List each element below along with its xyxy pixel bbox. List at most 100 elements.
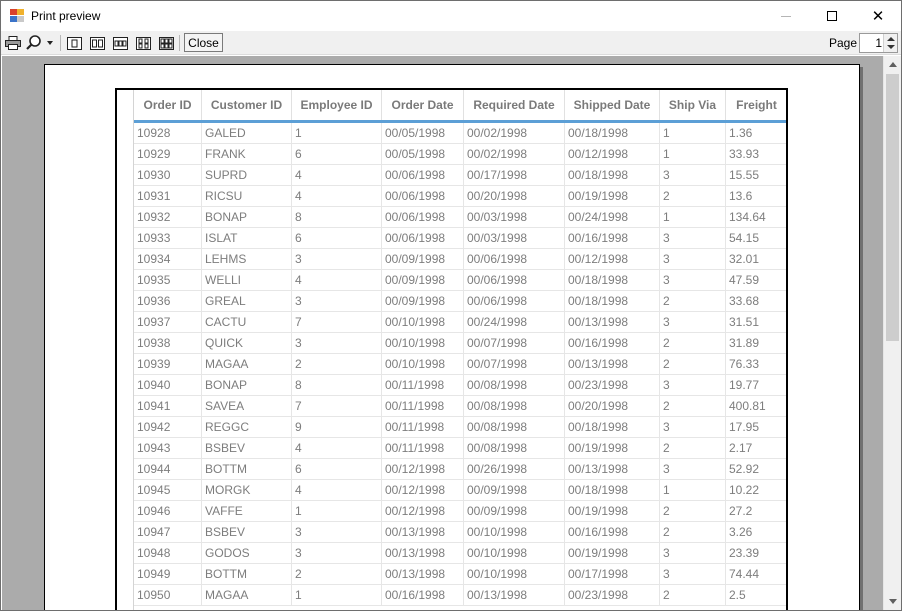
table-cell: 134.64 xyxy=(726,207,786,227)
table-cell: 00/23/1998 xyxy=(565,375,660,395)
table-cell: 10930 xyxy=(134,165,202,185)
table-cell: 47.59 xyxy=(726,270,786,290)
table-cell: 00/12/1998 xyxy=(565,249,660,269)
table-cell: 6 xyxy=(292,459,382,479)
table-cell: 2 xyxy=(292,564,382,584)
table-cell: FRANK xyxy=(202,144,292,164)
table-cell: 00/03/1998 xyxy=(464,207,565,227)
table-cell: 1 xyxy=(292,123,382,143)
table-row: 10947 BSBEV 3 00/13/1998 00/10/1998 00/16/199… xyxy=(134,522,786,543)
table-cell: 00/06/1998 xyxy=(464,270,565,290)
table-cell: 00/09/1998 xyxy=(382,249,464,269)
close-window-button[interactable]: ✕ xyxy=(855,1,901,31)
table-cell: 2 xyxy=(660,186,726,206)
table-cell: 4 xyxy=(292,186,382,206)
preview-toolbar: Close Page 1 xyxy=(1,31,901,55)
four-pages-button[interactable] xyxy=(134,33,152,53)
chevron-up-icon xyxy=(888,62,897,67)
table-cell: 00/10/1998 xyxy=(464,564,565,584)
table-cell: 1 xyxy=(660,144,726,164)
table-cell: 00/18/1998 xyxy=(565,417,660,437)
table-cell: 2.5 xyxy=(726,585,786,605)
close-button[interactable]: Close xyxy=(184,33,223,52)
table-cell: BSBEV xyxy=(202,438,292,458)
two-pages-button[interactable] xyxy=(88,33,106,53)
table-cell: BSBEV xyxy=(202,522,292,542)
table-cell: BONAP xyxy=(202,207,292,227)
table-cell: 1 xyxy=(660,123,726,143)
table-cell: 32.01 xyxy=(726,249,786,269)
table-cell: RICSU xyxy=(202,186,292,206)
one-page-icon xyxy=(66,36,82,50)
column-header: Order Date xyxy=(382,90,464,120)
table-cell: 52.92 xyxy=(726,459,786,479)
table-cell: 3 xyxy=(660,564,726,584)
table-cell: MAGAA xyxy=(202,354,292,374)
scroll-up-button[interactable] xyxy=(884,56,901,73)
table-cell: 3 xyxy=(660,543,726,563)
zoom-button[interactable] xyxy=(25,33,57,53)
page-spinner-arrows[interactable] xyxy=(883,34,897,52)
page-number-value[interactable]: 1 xyxy=(875,36,882,50)
spin-up-icon[interactable] xyxy=(887,37,895,41)
table-cell: 1 xyxy=(292,501,382,521)
grid-body: 10928 GALED 1 00/05/1998 00/02/1998 00/18/199… xyxy=(134,123,786,606)
spin-down-icon[interactable] xyxy=(887,45,895,49)
table-cell: 10946 xyxy=(134,501,202,521)
scrollbar-thumb[interactable] xyxy=(886,74,899,341)
table-cell: 8 xyxy=(292,375,382,395)
table-cell: 4 xyxy=(292,165,382,185)
table-cell: SAVEA xyxy=(202,396,292,416)
table-cell: 10942 xyxy=(134,417,202,437)
table-cell: CACTU xyxy=(202,312,292,332)
minimize-icon xyxy=(781,15,791,17)
grid-header-row: Order ID Customer ID Employee ID Order Date… xyxy=(134,90,786,123)
table-row: 10945 MORGK 4 00/12/1998 00/09/1998 00/18/199… xyxy=(134,480,786,501)
table-cell: 23.39 xyxy=(726,543,786,563)
three-pages-button[interactable] xyxy=(111,33,129,53)
table-row: 10929 FRANK 6 00/05/1998 00/02/1998 00/12/199… xyxy=(134,144,786,165)
table-cell: 10939 xyxy=(134,354,202,374)
table-cell: 10944 xyxy=(134,459,202,479)
table-row: 10934 LEHMS 3 00/09/1998 00/06/1998 00/12/199… xyxy=(134,249,786,270)
table-cell: 00/11/1998 xyxy=(382,375,464,395)
table-cell: 00/19/1998 xyxy=(565,501,660,521)
four-pages-icon xyxy=(135,36,151,50)
row-header-column xyxy=(117,90,134,610)
scroll-down-button[interactable] xyxy=(884,593,901,610)
print-button[interactable] xyxy=(4,33,22,53)
maximize-icon xyxy=(827,11,837,21)
table-cell: 00/24/1998 xyxy=(565,207,660,227)
window-title: Print preview xyxy=(31,9,101,23)
table-cell: 13.6 xyxy=(726,186,786,206)
table-row: 10936 GREAL 3 00/09/1998 00/06/1998 00/18/199… xyxy=(134,291,786,312)
two-pages-icon xyxy=(89,36,105,50)
table-cell: 2 xyxy=(660,438,726,458)
minimize-button[interactable] xyxy=(763,1,809,31)
table-cell: 00/02/1998 xyxy=(464,123,565,143)
table-cell: 2 xyxy=(660,522,726,542)
table-cell: 10945 xyxy=(134,480,202,500)
toolbar-separator xyxy=(179,35,180,51)
preview-area[interactable]: Order ID Customer ID Employee ID Order Date… xyxy=(2,56,883,610)
zoom-icon xyxy=(26,35,53,50)
table-cell: 3 xyxy=(660,249,726,269)
table-cell: 00/17/1998 xyxy=(565,564,660,584)
table-row: 10944 BOTTM 6 00/12/1998 00/26/1998 00/13/199… xyxy=(134,459,786,480)
table-cell: LEHMS xyxy=(202,249,292,269)
maximize-button[interactable] xyxy=(809,1,855,31)
table-cell: 400.81 xyxy=(726,396,786,416)
table-cell: 3 xyxy=(660,459,726,479)
one-page-button[interactable] xyxy=(65,33,83,53)
vertical-scrollbar[interactable] xyxy=(883,56,901,610)
table-cell: 00/08/1998 xyxy=(464,375,565,395)
table-cell: 10936 xyxy=(134,291,202,311)
table-cell: 10.22 xyxy=(726,480,786,500)
table-cell: 00/16/1998 xyxy=(565,228,660,248)
table-cell: 4 xyxy=(292,480,382,500)
table-row: 10938 QUICK 3 00/10/1998 00/07/1998 00/16/199… xyxy=(134,333,786,354)
table-cell: 10928 xyxy=(134,123,202,143)
page-number-spinner[interactable]: 1 xyxy=(859,33,898,53)
table-cell: 00/05/1998 xyxy=(382,123,464,143)
six-pages-button[interactable] xyxy=(157,33,175,53)
